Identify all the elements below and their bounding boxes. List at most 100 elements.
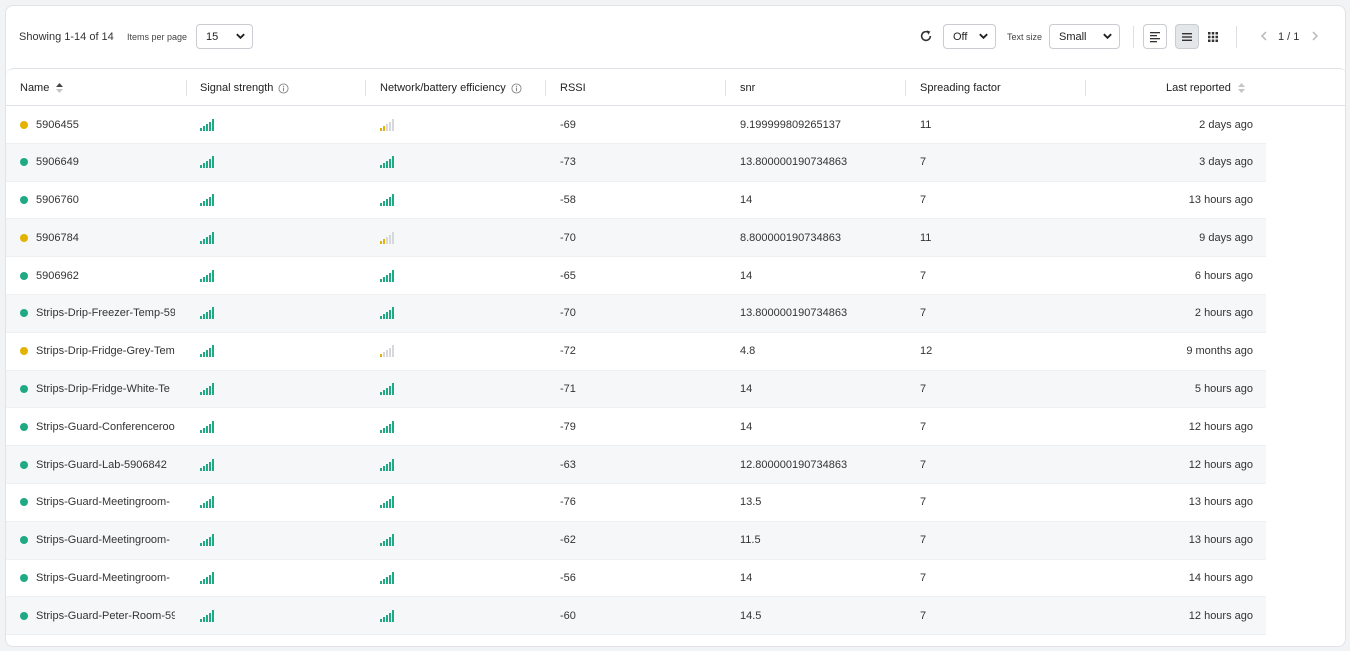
device-name-cell[interactable]: 5906760 <box>20 182 175 219</box>
device-name-cell[interactable]: Strips-Guard-Lab-5906842 <box>20 446 175 483</box>
status-dot-icon <box>20 498 28 507</box>
table-row[interactable]: Strips-Guard-Meetingroom- -76 13.5 7 13 hour… <box>6 484 1266 522</box>
signal-bars-icon <box>200 231 214 244</box>
last-reported-value-cell: 12 hours ago <box>1096 597 1253 634</box>
device-name-cell[interactable]: Strips-Guard-Meetingroom- <box>20 484 175 521</box>
device-name: Strips-Drip-Fridge-White-Te <box>36 383 170 396</box>
efficiency-cell <box>380 257 420 294</box>
column-divider <box>1085 80 1086 96</box>
spreading-factor-value: 7 <box>920 534 927 547</box>
signal-strength-cell <box>200 560 240 597</box>
table-row[interactable]: Strips-Drip-Freezer-Temp-59 -70 13.8000001… <box>6 294 1266 333</box>
rssi-value-cell: -56 <box>560 560 710 597</box>
signal-bars-icon <box>200 534 214 547</box>
column-header-spreading-factor[interactable]: Spreading factor <box>920 69 1001 107</box>
table-row[interactable]: Strips-Drip-Fridge-White-Te -71 14 7 5 hours… <box>6 370 1266 409</box>
last-reported-value: 2 hours ago <box>1194 307 1253 320</box>
grid-view-button[interactable] <box>1201 24 1225 49</box>
text-size-select[interactable]: Small <box>1049 24 1120 49</box>
last-reported-value: 13 hours ago <box>1188 496 1253 509</box>
info-icon[interactable] <box>511 82 522 94</box>
last-reported-value: 14 hours ago <box>1188 572 1253 585</box>
signal-bars-icon <box>200 420 214 433</box>
signal-bars-icon <box>200 194 214 207</box>
device-name-cell[interactable]: 5906962 <box>20 257 175 294</box>
snr-value: 14 <box>740 269 753 282</box>
device-name-cell[interactable]: Strips-Drip-Fridge-White-Te <box>20 371 175 408</box>
signal-bars-icon <box>380 194 394 207</box>
efficiency-cell <box>380 484 420 521</box>
next-page-button[interactable] <box>1309 29 1321 43</box>
table-row[interactable]: Strips-Guard-Peter-Room-59 -60 14.5 7 12 hou… <box>6 597 1266 636</box>
table-row[interactable]: 5906962 -65 14 7 6 hours ago <box>6 257 1266 295</box>
table-row[interactable]: Strips-Guard-Conferenceroo -79 14 7 12 hours… <box>6 408 1266 447</box>
signal-strength-cell <box>200 295 240 332</box>
last-reported-value: 2 days ago <box>1199 118 1253 131</box>
signal-bars-icon <box>200 496 214 509</box>
device-name-cell[interactable]: Strips-Drip-Fridge-Grey-Tem <box>20 333 175 370</box>
prev-page-button[interactable] <box>1258 29 1270 43</box>
column-header-name[interactable]: Name <box>20 69 64 107</box>
device-name: Strips-Guard-Meetingroom- <box>36 496 170 509</box>
signal-strength-cell <box>200 597 240 634</box>
device-name-cell[interactable]: 5906455 <box>20 106 175 143</box>
spreading-factor-value: 12 <box>920 345 933 358</box>
spreading-factor-value-cell: 7 <box>920 560 1070 597</box>
snr-value: 13.800000190734863 <box>740 156 848 169</box>
column-header-snr[interactable]: snr <box>740 69 755 107</box>
align-left-view-button[interactable] <box>1143 24 1167 49</box>
signal-bars-icon <box>380 572 394 585</box>
last-reported-value-cell: 5 hours ago <box>1096 371 1253 408</box>
items-per-page-select[interactable]: 15 <box>196 24 253 49</box>
device-name-cell[interactable]: Strips-Guard-Meetingroom- <box>20 560 175 597</box>
showing-count: Showing 1-14 of 14 <box>19 31 114 43</box>
table-row[interactable]: Strips-Drip-Fridge-Grey-Tem -72 4.8 12 9 mon… <box>6 333 1266 371</box>
list-view-button[interactable] <box>1175 24 1199 49</box>
signal-strength-cell <box>200 371 240 408</box>
device-name-cell[interactable]: Strips-Guard-Conferenceroo <box>20 408 175 445</box>
device-name-cell[interactable]: 5906649 <box>20 144 175 181</box>
table-row[interactable]: 5906649 -73 13.800000190734863 7 3 days ago <box>6 143 1266 182</box>
column-header-efficiency[interactable]: Network/battery efficiency <box>380 69 522 107</box>
table-row[interactable]: Strips-Guard-Meetingroom- -62 11.5 7 13 hour… <box>6 521 1266 560</box>
chevron-right-icon <box>1312 31 1319 41</box>
refresh-button[interactable] <box>917 27 935 45</box>
signal-bars-icon <box>200 458 214 471</box>
status-dot-icon <box>20 574 28 583</box>
efficiency-cell <box>380 333 420 370</box>
column-header-last-reported[interactable]: Last reported <box>1166 69 1246 107</box>
table-row[interactable]: 5906455 -69 9.199999809265137 11 2 days ago <box>6 106 1266 144</box>
column-header-signal[interactable]: Signal strength <box>200 69 289 107</box>
column-header-rssi[interactable]: RSSI <box>560 69 586 107</box>
spreading-factor-value: 7 <box>920 572 927 585</box>
signal-bars-icon <box>200 345 214 358</box>
spreading-factor-value: 7 <box>920 194 927 207</box>
device-name: Strips-Drip-Fridge-Grey-Tem <box>36 345 175 358</box>
last-reported-value-cell: 14 hours ago <box>1096 560 1253 597</box>
efficiency-cell <box>380 522 420 559</box>
auto-refresh-value: Off <box>953 30 968 43</box>
snr-value-cell: 14 <box>740 560 900 597</box>
efficiency-cell <box>380 182 420 219</box>
table-row[interactable]: 5906784 -70 8.800000190734863 11 9 days ago <box>6 219 1266 258</box>
chevron-down-icon <box>1103 33 1112 40</box>
device-name-cell[interactable]: Strips-Drip-Freezer-Temp-59 <box>20 295 175 332</box>
efficiency-cell <box>380 408 420 445</box>
table-body: 5906455 -69 9.199999809265137 11 2 days ago 5… <box>6 106 1345 636</box>
device-name-cell[interactable]: Strips-Guard-Peter-Room-59 <box>20 597 175 634</box>
auto-refresh-select[interactable]: Off <box>943 24 996 49</box>
signal-bars-icon <box>380 383 394 396</box>
status-dot-icon <box>20 536 28 545</box>
table-row[interactable]: Strips-Guard-Lab-5906842 -63 12.8000001907… <box>6 446 1266 484</box>
sort-icon <box>1237 83 1245 93</box>
spreading-factor-value-cell: 11 <box>920 219 1070 256</box>
signal-bars-icon <box>380 118 394 131</box>
rssi-value: -71 <box>560 383 576 396</box>
chevron-down-icon <box>236 33 245 40</box>
device-name-cell[interactable]: Strips-Guard-Meetingroom- <box>20 522 175 559</box>
table-row[interactable]: Strips-Guard-Meetingroom- -56 14 7 14 hours … <box>6 560 1266 598</box>
device-name-cell[interactable]: 5906784 <box>20 219 175 256</box>
table-row[interactable]: 5906760 -58 14 7 13 hours ago <box>6 182 1266 220</box>
spreading-factor-value: 7 <box>920 420 927 433</box>
info-icon[interactable] <box>278 82 289 94</box>
